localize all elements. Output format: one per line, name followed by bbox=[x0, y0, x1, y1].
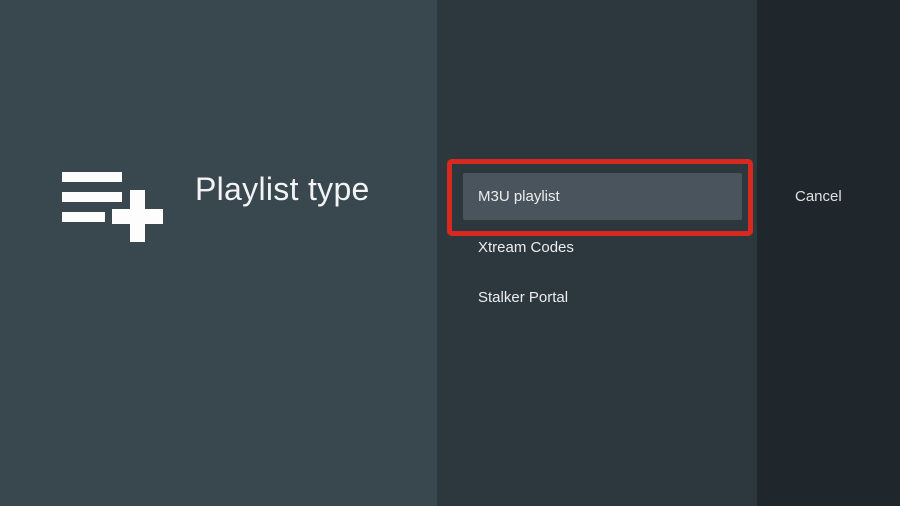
option-label: Stalker Portal bbox=[478, 289, 569, 306]
option-label: M3U playlist bbox=[478, 188, 560, 205]
page-title: Playlist type bbox=[195, 171, 370, 207]
option-xtream-codes[interactable]: Xtream Codes bbox=[463, 224, 742, 271]
option-m3u-playlist[interactable]: M3U playlist bbox=[463, 173, 742, 220]
cancel-button-label: Cancel bbox=[795, 188, 842, 205]
cancel-panel bbox=[757, 0, 900, 506]
guidance-panel: Playlist type bbox=[0, 0, 437, 506]
option-label: Xtream Codes bbox=[478, 239, 574, 256]
playlist-add-icon bbox=[62, 172, 163, 242]
cancel-button[interactable]: Cancel bbox=[781, 173, 856, 220]
option-stalker-portal[interactable]: Stalker Portal bbox=[463, 274, 742, 321]
playlist-type-dialog: Playlist type M3U playlist Xtream Codes … bbox=[0, 0, 900, 506]
